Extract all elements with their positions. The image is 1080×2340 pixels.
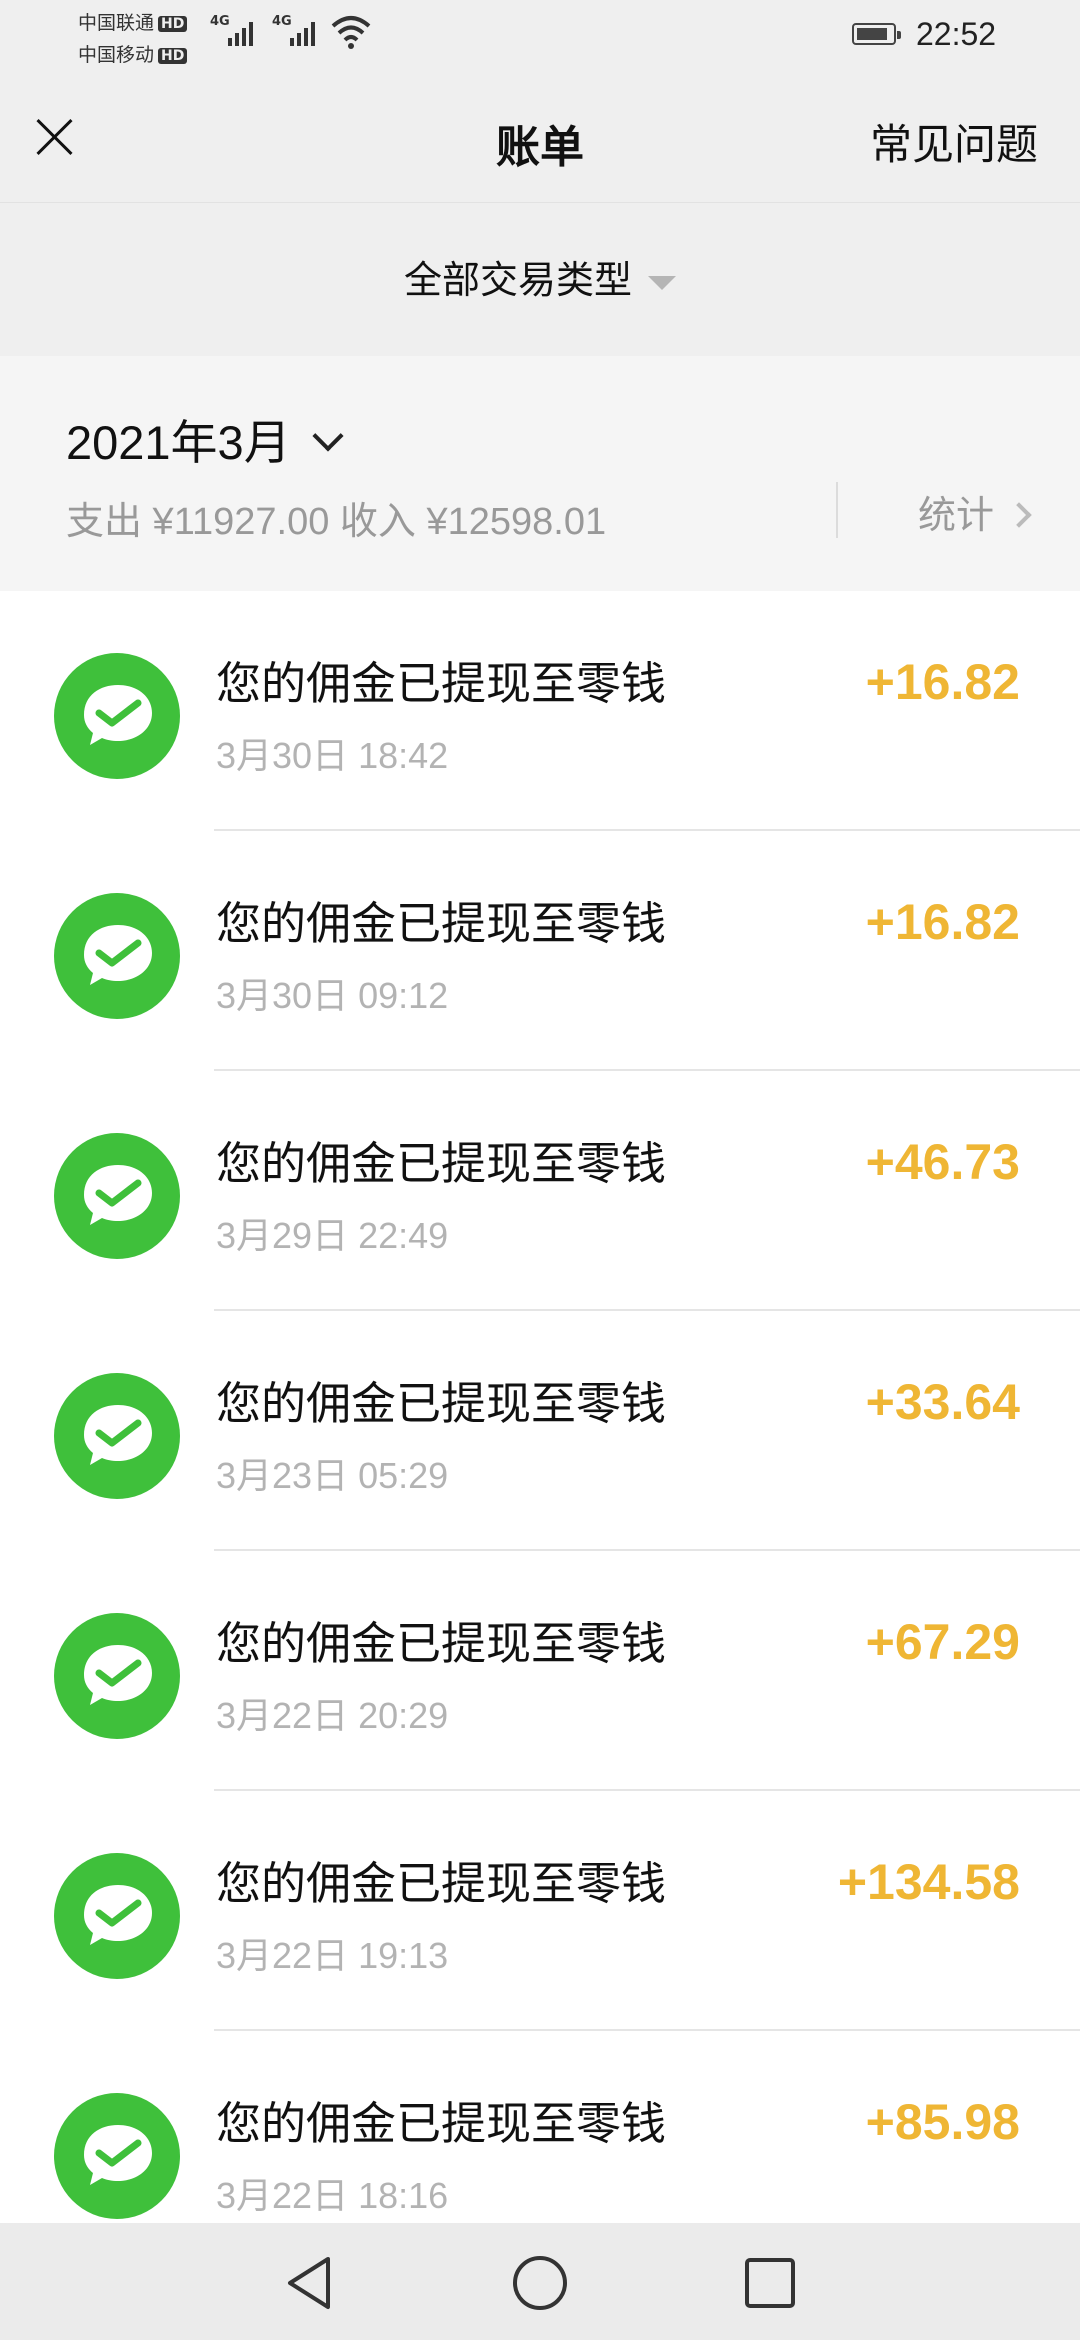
- transaction-title: 您的佣金已提现至零钱: [216, 1137, 667, 1190]
- transaction-amount: +16.82: [865, 654, 1020, 710]
- wechat-pay-icon: [54, 893, 180, 1019]
- wifi-icon: [331, 16, 371, 49]
- transaction-row[interactable]: 您的佣金已提现至零钱 3月23日 05:29 +33.64: [0, 1311, 1080, 1551]
- transaction-time: 3月22日 19:13: [216, 1935, 449, 1976]
- transaction-amount: +46.73: [865, 1134, 1020, 1190]
- transaction-title: 您的佣金已提现至零钱: [216, 1857, 667, 1910]
- back-icon[interactable]: [280, 2253, 340, 2313]
- transaction-title: 您的佣金已提现至零钱: [216, 657, 667, 710]
- month-label: 2021年3月: [66, 416, 291, 469]
- statistics-button[interactable]: 统计: [917, 484, 1032, 539]
- divider: [836, 482, 838, 538]
- recents-icon[interactable]: [740, 2253, 800, 2313]
- transaction-amount: +16.82: [865, 894, 1020, 950]
- wechat-pay-icon: [54, 653, 180, 779]
- transaction-list: 您的佣金已提现至零钱 3月30日 18:42 +16.82 您的佣金已提现至零钱…: [0, 591, 1080, 2271]
- transaction-row[interactable]: 您的佣金已提现至零钱 3月22日 20:29 +67.29: [0, 1551, 1080, 1791]
- battery-icon: [852, 23, 901, 45]
- transaction-type-filter[interactable]: 全部交易类型: [0, 249, 1080, 304]
- chevron-right-icon: [1006, 502, 1032, 528]
- wechat-pay-icon: [54, 1373, 180, 1499]
- transaction-title: 您的佣金已提现至零钱: [216, 897, 667, 950]
- month-totals: 支出 ¥11927.00 收入 ¥12598.01: [66, 501, 607, 543]
- chevron-down-icon: [312, 420, 344, 452]
- transaction-type-filter-bar: 全部交易类型: [0, 203, 1080, 356]
- transaction-title: 您的佣金已提现至零钱: [216, 2097, 667, 2150]
- transaction-title: 您的佣金已提现至零钱: [216, 1617, 667, 1670]
- transaction-amount: +67.29: [865, 1614, 1020, 1670]
- statistics-label: 统计: [917, 493, 994, 537]
- hd-badge: HD: [158, 15, 188, 32]
- wechat-pay-icon: [54, 2093, 180, 2219]
- wechat-pay-icon: [54, 1613, 180, 1739]
- transaction-time: 3月30日 18:42: [216, 735, 449, 776]
- home-icon[interactable]: [510, 2253, 570, 2313]
- carrier-1-name: 中国联通: [78, 12, 155, 34]
- faq-link[interactable]: 常见问题: [870, 111, 1038, 172]
- transaction-time: 3月23日 05:29: [216, 1455, 449, 1496]
- transaction-row[interactable]: 您的佣金已提现至零钱 3月30日 18:42 +16.82: [0, 591, 1080, 831]
- transaction-amount: +33.64: [865, 1374, 1020, 1430]
- clock: 22:52: [916, 16, 997, 52]
- hd-badge: HD: [158, 47, 188, 64]
- transaction-time: 3月30日 09:12: [216, 975, 449, 1016]
- transaction-amount: +134.58: [837, 1854, 1020, 1910]
- system-nav-bar: [0, 2223, 1080, 2340]
- transaction-time: 3月29日 22:49: [216, 1215, 449, 1256]
- dropdown-triangle-icon: [648, 275, 676, 290]
- wechat-pay-icon: [54, 1853, 180, 1979]
- transaction-row[interactable]: 您的佣金已提现至零钱 3月22日 19:13 +134.58: [0, 1791, 1080, 2031]
- month-selector[interactable]: 2021年3月: [66, 404, 344, 473]
- transaction-time: 3月22日 20:29: [216, 1695, 449, 1736]
- wechat-pay-icon: [54, 1133, 180, 1259]
- app-header: 账单 常见问题: [0, 75, 1080, 203]
- month-summary: 2021年3月 支出 ¥11927.00 收入 ¥12598.01 统计: [0, 356, 1080, 591]
- carrier-2: 中国移动 HD: [78, 40, 188, 67]
- filter-label: 全部交易类型: [403, 258, 632, 302]
- transaction-row[interactable]: 您的佣金已提现至零钱 3月29日 22:49 +46.73: [0, 1071, 1080, 1311]
- status-bar: 中国联通 HD 中国移动 HD 4G 4G 22:52: [0, 0, 1080, 75]
- carrier-1: 中国联通 HD: [78, 8, 188, 35]
- transaction-amount: +85.98: [865, 2094, 1020, 2150]
- transaction-time: 3月22日 18:16: [216, 2175, 449, 2216]
- transaction-row[interactable]: 您的佣金已提现至零钱 3月30日 09:12 +16.82: [0, 831, 1080, 1071]
- transaction-title: 您的佣金已提现至零钱: [216, 1377, 667, 1430]
- carrier-2-name: 中国移动: [78, 44, 155, 66]
